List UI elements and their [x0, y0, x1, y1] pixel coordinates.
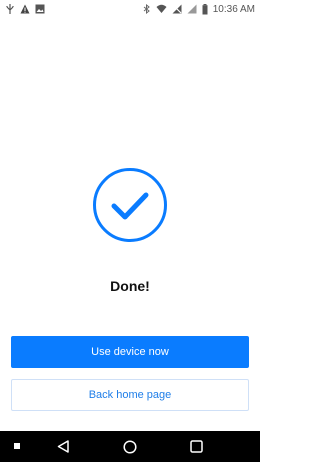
battery-icon [202, 3, 208, 15]
recents-icon[interactable] [190, 440, 203, 453]
home-icon[interactable] [123, 440, 137, 454]
signal-icon [187, 4, 197, 14]
done-title: Done! [110, 278, 150, 294]
wifi-icon [156, 4, 167, 14]
navigation-bar [0, 431, 260, 462]
image-icon [35, 4, 45, 14]
bluetooth-icon [143, 4, 151, 14]
status-bar: 10:36 AM [0, 0, 260, 18]
menu-dot-icon[interactable] [14, 443, 20, 449]
status-left-icons [5, 4, 45, 14]
usb-icon [5, 4, 15, 14]
use-device-now-button[interactable]: Use device now [11, 336, 249, 368]
no-signal-icon [172, 4, 182, 14]
status-right-icons: 10:36 AM [143, 3, 255, 15]
checkmark-circle-icon [92, 167, 168, 243]
warning-icon [20, 4, 30, 14]
back-icon[interactable] [57, 440, 69, 453]
back-home-page-button[interactable]: Back home page [11, 379, 249, 411]
status-time: 10:36 AM [212, 3, 255, 15]
